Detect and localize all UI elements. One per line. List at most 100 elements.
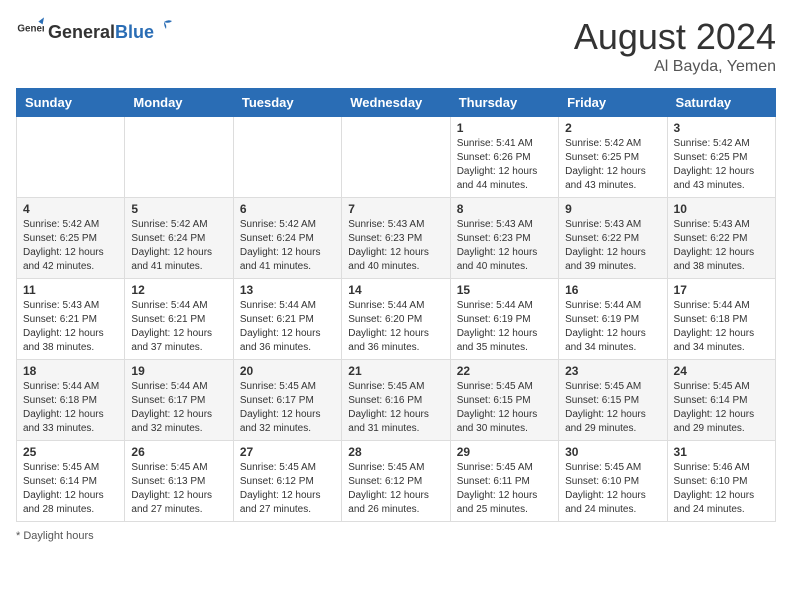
day-number: 4 bbox=[23, 202, 118, 216]
cell-content: Sunrise: 5:44 AMSunset: 6:21 PMDaylight:… bbox=[240, 299, 335, 355]
day-number: 10 bbox=[674, 202, 769, 216]
calendar-cell: 15Sunrise: 5:44 AMSunset: 6:19 PMDayligh… bbox=[450, 279, 558, 360]
cell-content: Sunrise: 5:42 AMSunset: 6:25 PMDaylight:… bbox=[23, 218, 118, 274]
week-row-1: 1 Sunrise: 5:41 AMSunset: 6:26 PMDaylight… bbox=[17, 117, 776, 198]
calendar-body: 1 Sunrise: 5:41 AMSunset: 6:26 PMDaylight… bbox=[17, 117, 776, 522]
calendar-cell: 19Sunrise: 5:44 AMSunset: 6:17 PMDayligh… bbox=[125, 360, 233, 441]
calendar-cell: 9Sunrise: 5:43 AMSunset: 6:22 PMDaylight… bbox=[559, 198, 667, 279]
day-number: 28 bbox=[348, 445, 443, 459]
calendar-cell: 3 Sunrise: 5:42 AMSunset: 6:25 PMDaylight… bbox=[667, 117, 775, 198]
day-number: 12 bbox=[131, 283, 226, 297]
calendar-cell: 20 Sunrise: 5:45 AMSunset: 6:17 PMDayligh… bbox=[233, 360, 341, 441]
cell-content: Sunrise: 5:44 AMSunset: 6:18 PMDaylight:… bbox=[23, 380, 118, 436]
cell-content: Sunrise: 5:45 AMSunset: 6:17 PMDaylight:… bbox=[240, 380, 335, 436]
day-number: 3 bbox=[674, 121, 769, 135]
week-row-2: 4 Sunrise: 5:42 AMSunset: 6:25 PMDaylight… bbox=[17, 198, 776, 279]
week-row-5: 25 Sunrise: 5:45 AMSunset: 6:14 PMDayligh… bbox=[17, 441, 776, 522]
cell-content: Sunrise: 5:45 AMSunset: 6:12 PMDaylight:… bbox=[348, 461, 443, 517]
calendar-cell: 14 Sunrise: 5:44 AMSunset: 6:20 PMDayligh… bbox=[342, 279, 450, 360]
calendar-cell: 7Sunrise: 5:43 AMSunset: 6:23 PMDaylight… bbox=[342, 198, 450, 279]
cell-content: Sunrise: 5:46 AMSunset: 6:10 PMDaylight:… bbox=[674, 461, 769, 517]
calendar-cell bbox=[125, 117, 233, 198]
day-number: 17 bbox=[674, 283, 769, 297]
header-day-sunday: Sunday bbox=[17, 89, 125, 117]
day-number: 19 bbox=[131, 364, 226, 378]
header-day-tuesday: Tuesday bbox=[233, 89, 341, 117]
cell-content: Sunrise: 5:43 AMSunset: 6:22 PMDaylight:… bbox=[674, 218, 769, 274]
calendar-header: SundayMondayTuesdayWednesdayThursdayFrid… bbox=[17, 89, 776, 117]
calendar-cell: 5 Sunrise: 5:42 AMSunset: 6:24 PMDaylight… bbox=[125, 198, 233, 279]
cell-content: Sunrise: 5:43 AMSunset: 6:23 PMDaylight:… bbox=[457, 218, 552, 274]
logo-general-text: General bbox=[48, 22, 115, 43]
logo: General General Blue bbox=[16, 16, 174, 44]
cell-content: Sunrise: 5:44 AMSunset: 6:20 PMDaylight:… bbox=[348, 299, 443, 355]
day-number: 16 bbox=[565, 283, 660, 297]
header-day-friday: Friday bbox=[559, 89, 667, 117]
logo-blue-text: Blue bbox=[115, 22, 154, 43]
day-number: 1 bbox=[457, 121, 552, 135]
calendar-cell: 8 Sunrise: 5:43 AMSunset: 6:23 PMDaylight… bbox=[450, 198, 558, 279]
calendar-cell bbox=[17, 117, 125, 198]
calendar-table: SundayMondayTuesdayWednesdayThursdayFrid… bbox=[16, 88, 776, 522]
calendar-cell: 26Sunrise: 5:45 AMSunset: 6:13 PMDayligh… bbox=[125, 441, 233, 522]
cell-content: Sunrise: 5:45 AMSunset: 6:11 PMDaylight:… bbox=[457, 461, 552, 517]
calendar-cell: 29 Sunrise: 5:45 AMSunset: 6:11 PMDayligh… bbox=[450, 441, 558, 522]
day-number: 8 bbox=[457, 202, 552, 216]
cell-content: Sunrise: 5:45 AMSunset: 6:12 PMDaylight:… bbox=[240, 461, 335, 517]
cell-content: Sunrise: 5:44 AMSunset: 6:19 PMDaylight:… bbox=[565, 299, 660, 355]
calendar-cell: 21 Sunrise: 5:45 AMSunset: 6:16 PMDayligh… bbox=[342, 360, 450, 441]
calendar-cell: 10 Sunrise: 5:43 AMSunset: 6:22 PMDayligh… bbox=[667, 198, 775, 279]
header-day-thursday: Thursday bbox=[450, 89, 558, 117]
day-number: 21 bbox=[348, 364, 443, 378]
calendar-cell: 22Sunrise: 5:45 AMSunset: 6:15 PMDayligh… bbox=[450, 360, 558, 441]
month-year-title: August 2024 bbox=[574, 16, 776, 58]
day-number: 22 bbox=[457, 364, 552, 378]
cell-content: Sunrise: 5:45 AMSunset: 6:15 PMDaylight:… bbox=[565, 380, 660, 436]
calendar-cell: 6Sunrise: 5:42 AMSunset: 6:24 PMDaylight… bbox=[233, 198, 341, 279]
cell-content: Sunrise: 5:45 AMSunset: 6:14 PMDaylight:… bbox=[674, 380, 769, 436]
cell-content: Sunrise: 5:42 AMSunset: 6:25 PMDaylight:… bbox=[674, 137, 769, 193]
day-number: 20 bbox=[240, 364, 335, 378]
title-area: August 2024 Al Bayda, Yemen bbox=[574, 16, 776, 76]
calendar-cell: 25 Sunrise: 5:45 AMSunset: 6:14 PMDayligh… bbox=[17, 441, 125, 522]
cell-content: Sunrise: 5:41 AMSunset: 6:26 PMDaylight:… bbox=[457, 137, 552, 193]
calendar-cell: 2Sunrise: 5:42 AMSunset: 6:25 PMDaylight… bbox=[559, 117, 667, 198]
calendar-cell: 16 Sunrise: 5:44 AMSunset: 6:19 PMDayligh… bbox=[559, 279, 667, 360]
cell-content: Sunrise: 5:45 AMSunset: 6:16 PMDaylight:… bbox=[348, 380, 443, 436]
day-number: 25 bbox=[23, 445, 118, 459]
logo-bird-icon bbox=[154, 18, 174, 38]
day-number: 9 bbox=[565, 202, 660, 216]
calendar-cell: 4 Sunrise: 5:42 AMSunset: 6:25 PMDaylight… bbox=[17, 198, 125, 279]
svg-text:General: General bbox=[17, 23, 44, 34]
cell-content: Sunrise: 5:42 AMSunset: 6:25 PMDaylight:… bbox=[565, 137, 660, 193]
day-number: 27 bbox=[240, 445, 335, 459]
cell-content: Sunrise: 5:42 AMSunset: 6:24 PMDaylight:… bbox=[240, 218, 335, 274]
day-number: 15 bbox=[457, 283, 552, 297]
cell-content: Sunrise: 5:45 AMSunset: 6:10 PMDaylight:… bbox=[565, 461, 660, 517]
cell-content: Sunrise: 5:45 AMSunset: 6:13 PMDaylight:… bbox=[131, 461, 226, 517]
calendar-cell: 23Sunrise: 5:45 AMSunset: 6:15 PMDayligh… bbox=[559, 360, 667, 441]
location-subtitle: Al Bayda, Yemen bbox=[574, 58, 776, 76]
calendar-cell: 30Sunrise: 5:45 AMSunset: 6:10 PMDayligh… bbox=[559, 441, 667, 522]
calendar-cell: 11Sunrise: 5:43 AMSunset: 6:21 PMDayligh… bbox=[17, 279, 125, 360]
day-number: 5 bbox=[131, 202, 226, 216]
header: General General Blue August 2024 Al Bayd… bbox=[16, 16, 776, 76]
logo-icon: General bbox=[16, 16, 44, 44]
calendar-cell bbox=[342, 117, 450, 198]
cell-content: Sunrise: 5:45 AMSunset: 6:14 PMDaylight:… bbox=[23, 461, 118, 517]
day-number: 29 bbox=[457, 445, 552, 459]
footer-note: * Daylight hours bbox=[16, 530, 776, 542]
calendar-cell: 18Sunrise: 5:44 AMSunset: 6:18 PMDayligh… bbox=[17, 360, 125, 441]
day-number: 14 bbox=[348, 283, 443, 297]
calendar-cell: 1 Sunrise: 5:41 AMSunset: 6:26 PMDaylight… bbox=[450, 117, 558, 198]
day-number: 24 bbox=[674, 364, 769, 378]
cell-content: Sunrise: 5:42 AMSunset: 6:24 PMDaylight:… bbox=[131, 218, 226, 274]
cell-content: Sunrise: 5:44 AMSunset: 6:21 PMDaylight:… bbox=[131, 299, 226, 355]
day-number: 7 bbox=[348, 202, 443, 216]
cell-content: Sunrise: 5:44 AMSunset: 6:18 PMDaylight:… bbox=[674, 299, 769, 355]
header-day-monday: Monday bbox=[125, 89, 233, 117]
calendar-cell: 17 Sunrise: 5:44 AMSunset: 6:18 PMDayligh… bbox=[667, 279, 775, 360]
header-row: SundayMondayTuesdayWednesdayThursdayFrid… bbox=[17, 89, 776, 117]
calendar-cell: 13Sunrise: 5:44 AMSunset: 6:21 PMDayligh… bbox=[233, 279, 341, 360]
calendar-cell: 12 Sunrise: 5:44 AMSunset: 6:21 PMDayligh… bbox=[125, 279, 233, 360]
